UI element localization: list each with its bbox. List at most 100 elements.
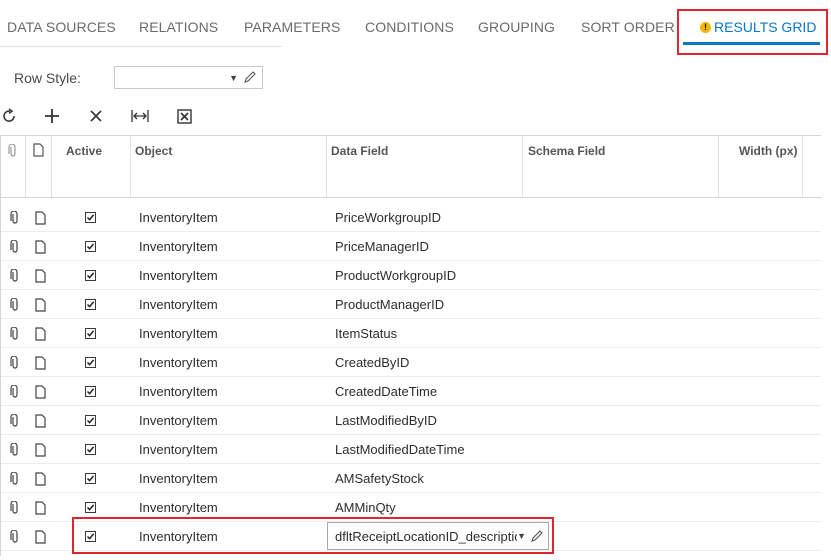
checkmark-icon <box>85 270 96 281</box>
object-cell[interactable]: InventoryItem <box>139 435 218 464</box>
object-cell[interactable]: InventoryItem <box>139 406 218 435</box>
active-checkbox[interactable] <box>85 232 96 261</box>
tab-data-sources[interactable]: DATA SOURCES <box>7 19 116 35</box>
object-cell[interactable]: InventoryItem <box>139 348 218 377</box>
tab-grouping[interactable]: GROUPING <box>478 19 555 35</box>
active-checkbox[interactable] <box>85 377 96 406</box>
data-field-cell[interactable]: AMSafetyStock <box>335 464 424 493</box>
paperclip-icon[interactable] <box>10 261 20 290</box>
refresh-icon[interactable] <box>0 105 20 127</box>
tab-conditions[interactable]: CONDITIONS <box>365 19 454 35</box>
note-icon[interactable] <box>35 377 46 406</box>
paperclip-icon[interactable] <box>10 493 20 522</box>
checkmark-icon <box>85 357 96 368</box>
object-cell[interactable]: InventoryItem <box>139 232 218 261</box>
chevron-down-icon[interactable]: ▼ <box>517 531 526 541</box>
paperclip-icon[interactable] <box>10 377 20 406</box>
table-row[interactable]: InventoryItem PriceWorkgroupID <box>1 203 821 232</box>
header-width-label: Width (px) <box>739 144 798 158</box>
edit-pencil-icon[interactable] <box>530 529 544 546</box>
active-checkbox[interactable] <box>85 203 96 232</box>
table-row[interactable]: InventoryItem PriceManagerID <box>1 232 821 261</box>
active-checkbox[interactable] <box>85 348 96 377</box>
tab-bar: DATA SOURCES RELATIONS PARAMETERS CONDIT… <box>0 0 831 55</box>
table-row[interactable]: InventoryItem CreatedDateTime <box>1 377 821 406</box>
paperclip-icon[interactable] <box>10 435 20 464</box>
header-schema-field[interactable]: Schema Field <box>523 136 719 197</box>
note-icon[interactable] <box>35 203 46 232</box>
active-checkbox[interactable] <box>85 290 96 319</box>
note-icon[interactable] <box>35 522 46 551</box>
object-cell[interactable]: InventoryItem <box>139 464 218 493</box>
data-field-cell[interactable]: LastModifiedByID <box>335 406 437 435</box>
note-icon[interactable] <box>35 464 46 493</box>
tab-sort-order[interactable]: SORT ORDER <box>581 19 675 35</box>
note-icon[interactable] <box>35 319 46 348</box>
paperclip-icon[interactable] <box>10 319 20 348</box>
data-field-select-value: dfltReceiptLocationID_description <box>335 528 517 544</box>
table-row[interactable]: InventoryItem ItemStatus <box>1 319 821 348</box>
paperclip-icon[interactable] <box>10 290 20 319</box>
data-field-cell[interactable]: CreatedByID <box>335 348 409 377</box>
data-field-cell[interactable]: PriceWorkgroupID <box>335 203 441 232</box>
note-icon[interactable] <box>35 261 46 290</box>
tab-results-grid[interactable]: ! RESULTS GRID <box>700 19 816 35</box>
header-width[interactable]: Width (px) <box>719 136 803 197</box>
table-row[interactable]: InventoryItem LastModifiedDateTime <box>1 435 821 464</box>
data-field-cell[interactable]: ProductWorkgroupID <box>335 261 456 290</box>
fit-width-icon[interactable] <box>129 105 151 127</box>
header-attachment[interactable] <box>1 136 26 197</box>
object-cell[interactable]: InventoryItem <box>139 261 218 290</box>
warning-icon: ! <box>700 21 711 33</box>
object-cell[interactable]: InventoryItem <box>139 377 218 406</box>
active-checkbox[interactable] <box>85 261 96 290</box>
grid-toolbar <box>0 105 831 129</box>
checkmark-icon <box>85 328 96 339</box>
data-field-cell[interactable]: ProductManagerID <box>335 290 444 319</box>
paperclip-icon[interactable] <box>10 464 20 493</box>
export-excel-icon[interactable] <box>173 105 195 127</box>
data-field-cell[interactable]: ItemStatus <box>335 319 397 348</box>
data-field-cell[interactable]: LastModifiedDateTime <box>335 435 465 464</box>
paperclip-icon[interactable] <box>10 522 20 551</box>
active-tab-underline <box>683 42 820 45</box>
active-checkbox[interactable] <box>85 406 96 435</box>
active-checkbox[interactable] <box>85 435 96 464</box>
table-row[interactable]: InventoryItem AMSafetyStock <box>1 464 821 493</box>
note-icon[interactable] <box>35 290 46 319</box>
data-field-select[interactable]: dfltReceiptLocationID_description ▼ <box>327 522 549 550</box>
paperclip-icon[interactable] <box>10 348 20 377</box>
tab-relations[interactable]: RELATIONS <box>139 19 218 35</box>
paperclip-icon[interactable] <box>10 203 20 232</box>
row-style-select[interactable]: ▼ <box>114 66 263 89</box>
paperclip-icon[interactable] <box>10 232 20 261</box>
object-cell[interactable]: InventoryItem <box>139 319 218 348</box>
active-checkbox[interactable] <box>85 464 96 493</box>
tab-parameters[interactable]: PARAMETERS <box>244 19 340 35</box>
delete-icon[interactable] <box>85 105 107 127</box>
add-icon[interactable] <box>41 105 63 127</box>
edit-pencil-icon[interactable] <box>243 70 257 89</box>
data-field-cell[interactable]: CreatedDateTime <box>335 377 437 406</box>
table-row[interactable]: InventoryItem LastModifiedByID <box>1 406 821 435</box>
object-cell[interactable]: InventoryItem <box>139 290 218 319</box>
paperclip-icon[interactable] <box>10 406 20 435</box>
header-object-label: Object <box>135 144 173 158</box>
table-row[interactable]: InventoryItem ProductWorkgroupID <box>1 261 821 290</box>
active-checkbox[interactable] <box>85 319 96 348</box>
table-row[interactable]: InventoryItem ProductManagerID <box>1 290 821 319</box>
note-icon[interactable] <box>35 493 46 522</box>
header-active[interactable]: Active <box>52 136 131 197</box>
data-field-cell[interactable]: PriceManagerID <box>335 232 429 261</box>
note-icon[interactable] <box>35 348 46 377</box>
note-icon[interactable] <box>35 435 46 464</box>
header-object[interactable]: Object <box>131 136 327 197</box>
note-icon[interactable] <box>35 232 46 261</box>
chevron-down-icon[interactable]: ▼ <box>229 73 238 83</box>
note-icon[interactable] <box>35 406 46 435</box>
header-data-field[interactable]: Data Field <box>327 136 523 197</box>
header-note[interactable] <box>26 136 52 197</box>
table-row[interactable]: InventoryItem CreatedByID <box>1 348 821 377</box>
object-cell[interactable]: InventoryItem <box>139 203 218 232</box>
tab-divider <box>0 46 282 47</box>
